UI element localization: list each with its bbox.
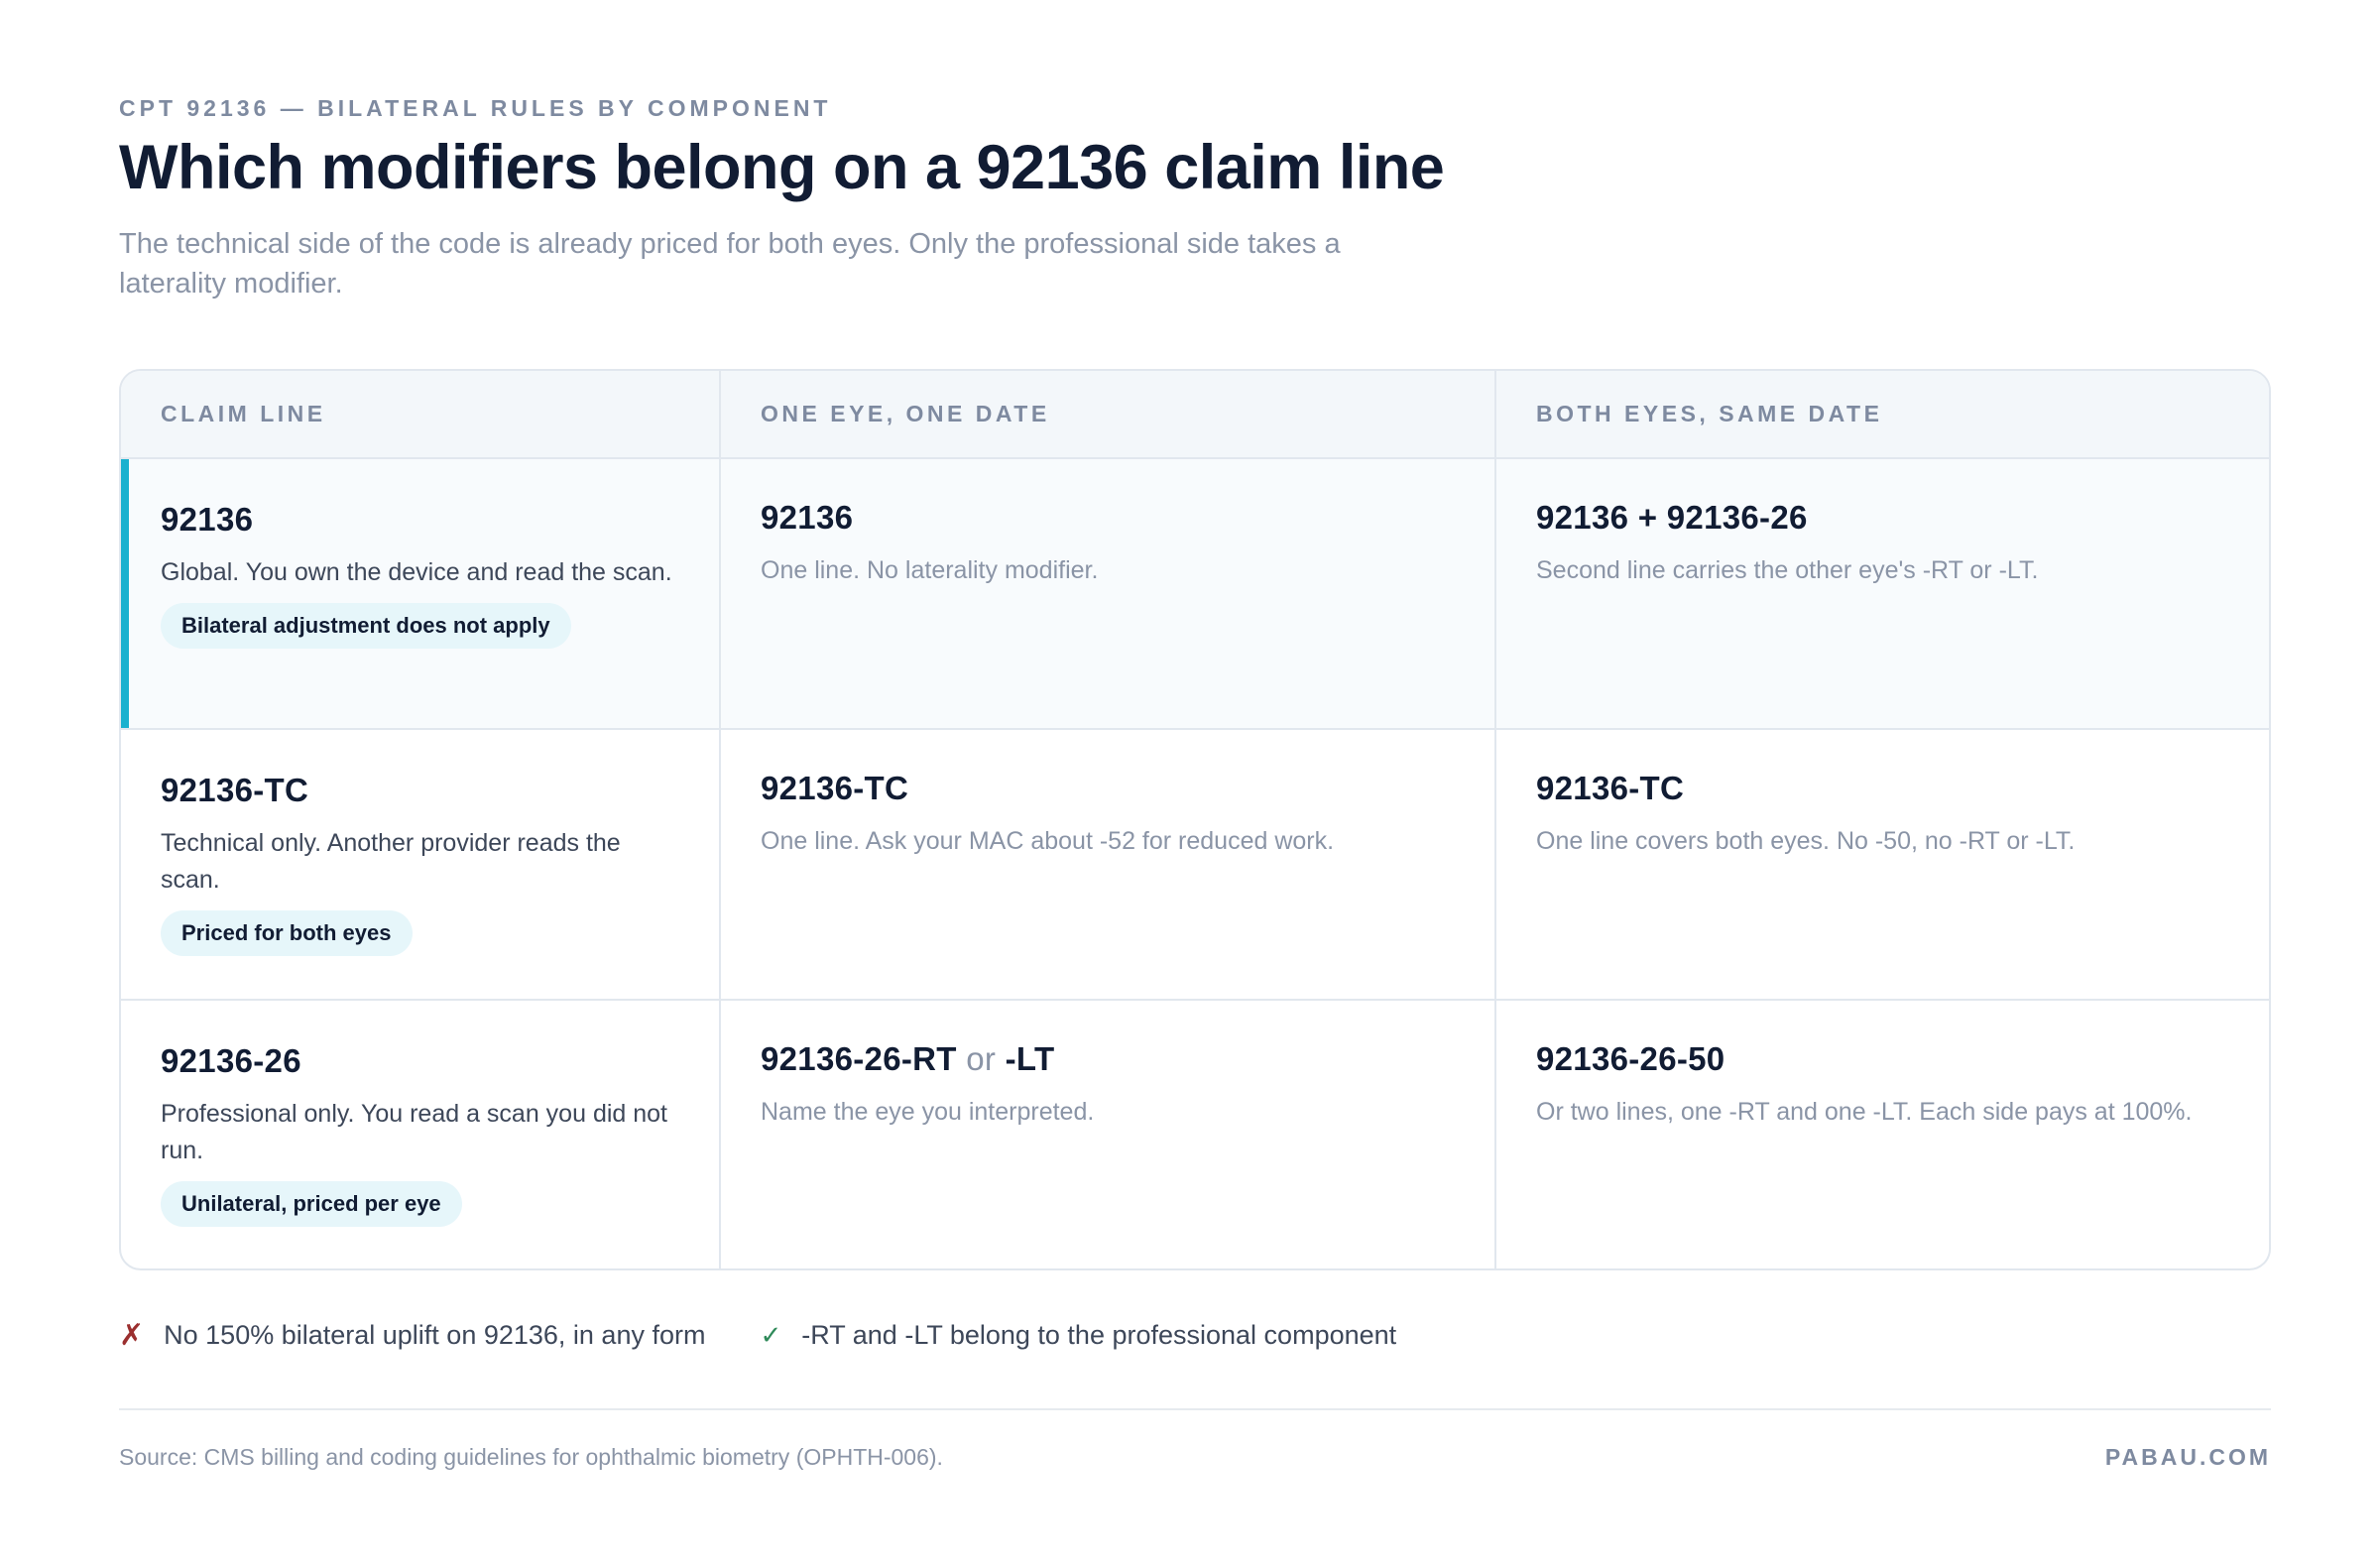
- claim-badge: Priced for both eyes: [161, 910, 413, 957]
- one-eye-code-left: -LT: [1005, 1040, 1055, 1078]
- claim-badge: Bilateral adjustment does not apply: [161, 603, 571, 650]
- claim-description: Professional only. You read a scan you d…: [161, 1100, 667, 1165]
- both-eyes-code: 92136 + 92136-26: [1536, 499, 1808, 537]
- claim-code: 92136-26: [161, 1042, 301, 1080]
- both-eyes-cell: 92136-TC One line covers both eyes. No -…: [1496, 730, 2269, 999]
- modifier-table: CLAIM LINE ONE EYE, ONE DATE BOTH EYES, …: [119, 369, 2271, 1271]
- both-eyes-cell: 92136-26-50 Or two lines, one -RT and on…: [1496, 1001, 2269, 1268]
- one-eye-cell: 92136 One line. No laterality modifier.: [721, 459, 1496, 729]
- eyebrow: CPT 92136 — BILATERAL RULES BY COMPONENT: [119, 95, 832, 121]
- page-title: Which modifiers belong on a 92136 claim …: [119, 133, 1445, 202]
- column-header-one-eye: ONE EYE, ONE DATE: [721, 371, 1496, 458]
- both-eyes-note: One line covers both eyes. No -50, no -R…: [1536, 827, 2076, 856]
- footnote-text: -RT and -LT belong to the professional c…: [801, 1320, 1397, 1351]
- table-header: CLAIM LINE ONE EYE, ONE DATE BOTH EYES, …: [121, 371, 2269, 460]
- one-eye-code: 92136-26-RT or -LT: [761, 1040, 1455, 1078]
- claim-line-cell: 92136-TC Technical only. Another provide…: [121, 730, 721, 1000]
- one-eye-cell: 92136-TC One line. Ask your MAC about -5…: [721, 730, 1496, 1000]
- both-eyes-code: 92136-TC: [1536, 770, 1685, 807]
- footnote-item: ✗ No 150% bilateral uplift on 92136, in …: [119, 1318, 705, 1353]
- row-highlight-bar: [121, 459, 129, 729]
- table-row: 92136-TC Technical only. Another provide…: [121, 730, 2269, 1002]
- both-eyes-note: Second line carries the other eye's -RT …: [1536, 556, 2039, 585]
- one-eye-code: 92136: [761, 499, 854, 537]
- table-row: 92136 Global. You own the device and rea…: [121, 459, 2269, 731]
- both-eyes-note: Or two lines, one -RT and one -LT. Each …: [1536, 1098, 2193, 1127]
- column-header-claim-line: CLAIM LINE: [121, 371, 721, 458]
- claim-code: 92136: [161, 501, 254, 539]
- brand-link[interactable]: PABAU.COM: [2105, 1444, 2271, 1471]
- one-eye-cell: 92136-26-RT or -LT Name the eye you inte…: [721, 1001, 1496, 1269]
- page: CPT 92136 — BILATERAL RULES BY COMPONENT…: [119, 95, 2271, 1471]
- cross-icon: ✗: [119, 1319, 145, 1353]
- claim-code: 92136-TC: [161, 772, 309, 809]
- one-eye-note: Name the eye you interpreted.: [761, 1098, 1095, 1127]
- or-connector: or: [966, 1040, 997, 1078]
- footnote-text: No 150% bilateral uplift on 92136, in an…: [164, 1320, 706, 1351]
- both-eyes-cell: 92136 + 92136-26 Second line carries the…: [1496, 459, 2269, 728]
- claim-description: Technical only. Another provider reads t…: [161, 829, 621, 895]
- one-eye-note: One line. No laterality modifier.: [761, 556, 1099, 585]
- claim-line-cell: 92136-26 Professional only. You read a s…: [121, 1001, 721, 1269]
- claim-description: Global. You own the device and read the …: [161, 558, 672, 587]
- both-eyes-code: 92136-26-50: [1536, 1040, 1726, 1078]
- column-header-both-eyes: BOTH EYES, SAME DATE: [1536, 401, 1883, 427]
- source-note: Source: CMS billing and coding guideline…: [119, 1444, 943, 1471]
- footnote-item: ✓ -RT and -LT belong to the professional…: [760, 1320, 1396, 1351]
- check-icon: ✓: [760, 1320, 782, 1351]
- footnotes: ✗ No 150% bilateral uplift on 92136, in …: [119, 1318, 2271, 1353]
- one-eye-code: 92136-TC: [761, 770, 909, 807]
- table-row: 92136-26 Professional only. You read a s…: [121, 1001, 2269, 1269]
- claim-badge: Unilateral, priced per eye: [161, 1181, 462, 1228]
- footer: Source: CMS billing and coding guideline…: [119, 1444, 2271, 1471]
- one-eye-code-right: 92136-26-RT: [761, 1040, 957, 1078]
- divider: [119, 1408, 2271, 1411]
- page-subtitle: The technical side of the code is alread…: [119, 228, 1341, 301]
- one-eye-note: One line. Ask your MAC about -52 for red…: [761, 827, 1335, 856]
- claim-line-cell: 92136 Global. You own the device and rea…: [121, 459, 721, 729]
